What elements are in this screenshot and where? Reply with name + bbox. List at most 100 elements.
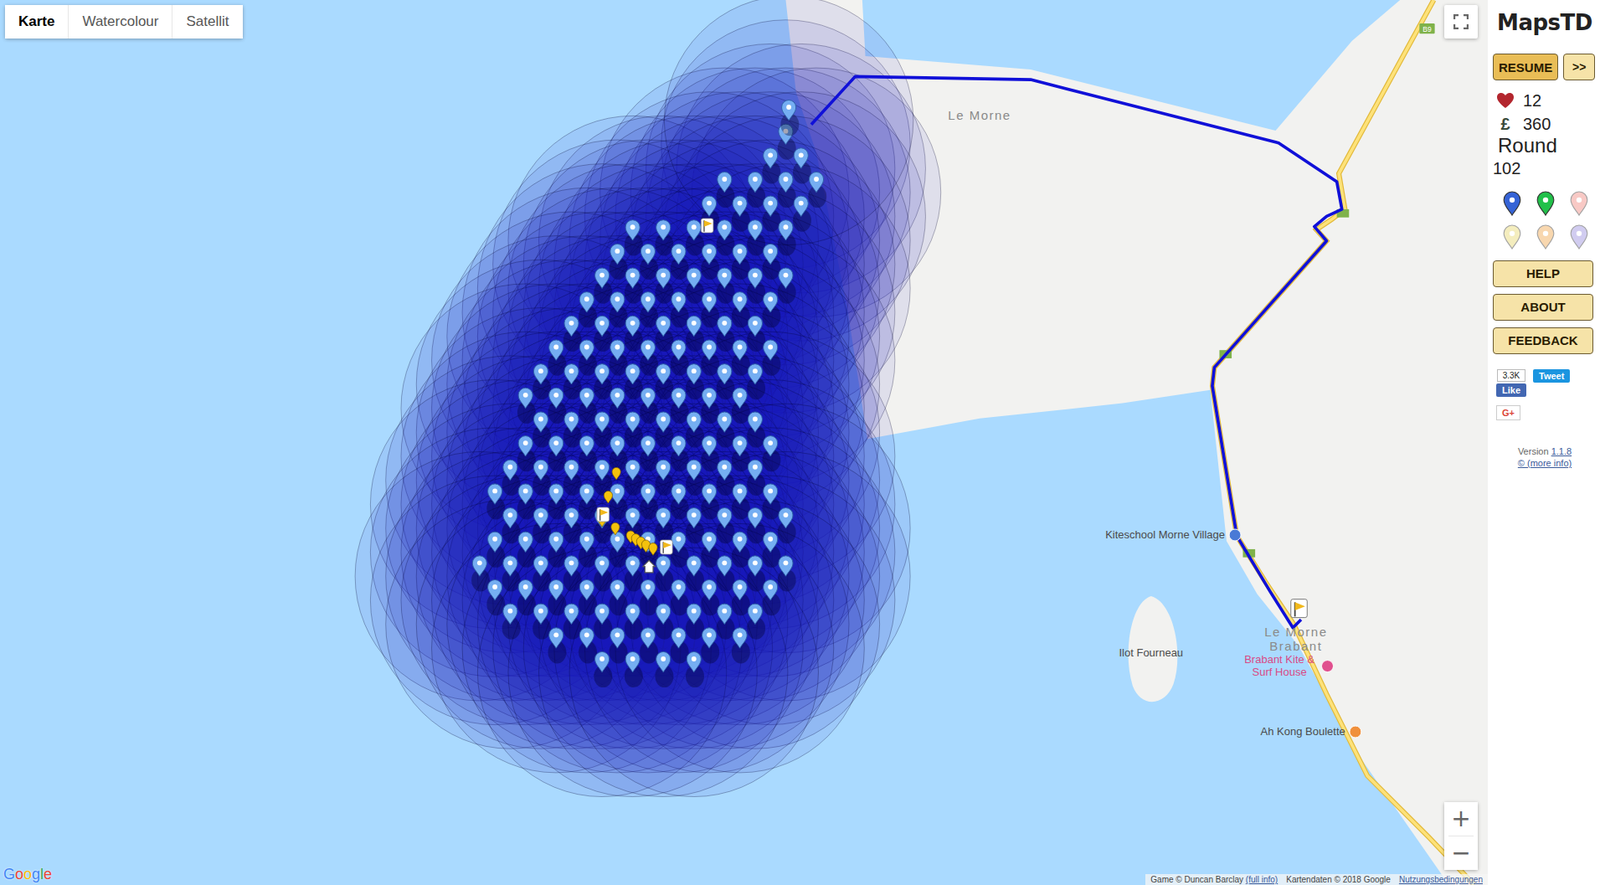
facebook-like[interactable]: 3.3K Like (1496, 369, 1527, 397)
tower-pin-icon[interactable] (716, 220, 736, 257)
tower-pin-icon[interactable] (700, 531, 720, 568)
tower-pin-icon[interactable] (639, 243, 659, 280)
tower-pin-icon[interactable] (700, 483, 720, 520)
zoom-in-button[interactable]: + (1444, 802, 1478, 836)
tower-pin-icon[interactable] (532, 364, 551, 401)
zoom-out-button[interactable]: − (1444, 836, 1478, 870)
tower-pin-icon[interactable] (517, 436, 536, 473)
tower-pin-icon[interactable] (624, 220, 644, 257)
tower-pin-icon[interactable] (486, 531, 505, 568)
tower-pin-icon[interactable] (685, 364, 705, 401)
menu-button[interactable]: ABOUT (1492, 293, 1594, 321)
tower-pin-icon[interactable] (716, 508, 736, 545)
tower-pin-icon[interactable] (685, 555, 705, 592)
tower-pin-icon[interactable] (746, 508, 766, 545)
tower-type-icon[interactable] (1536, 223, 1555, 251)
fast-forward-button[interactable]: >> (1563, 53, 1595, 81)
tower-pin-icon[interactable] (578, 436, 597, 473)
tower-pin-icon[interactable] (746, 459, 766, 496)
tower-pin-icon[interactable] (700, 339, 720, 376)
tower-pin-icon[interactable] (471, 555, 490, 592)
tower-pin-icon[interactable] (761, 339, 781, 376)
tower-pin-icon[interactable] (563, 411, 582, 448)
fullscreen-button[interactable] (1444, 5, 1478, 39)
tower-pin-icon[interactable] (716, 171, 736, 208)
tower-pin-icon[interactable] (731, 339, 751, 376)
menu-button[interactable]: HELP (1492, 260, 1594, 288)
tower-pin-icon[interactable] (716, 459, 736, 496)
tower-pin-icon[interactable] (761, 243, 781, 280)
tower-pin-icon[interactable] (563, 315, 582, 352)
poi-icon[interactable] (1229, 528, 1242, 541)
terms-link[interactable]: Nutzungsbedingungen (1399, 874, 1483, 885)
tower-pin-icon[interactable] (639, 292, 659, 329)
tower-pin-icon[interactable] (532, 411, 551, 448)
tower-type-icon[interactable] (1502, 190, 1522, 217)
tower-pin-icon[interactable] (792, 195, 812, 232)
tower-type-icon[interactable] (1502, 223, 1522, 251)
tower-pin-icon[interactable] (547, 531, 566, 568)
tower-pin-icon[interactable] (761, 195, 781, 232)
tower-pin-icon[interactable] (731, 195, 751, 232)
tower-pin-icon[interactable] (609, 627, 628, 664)
tower-pin-icon[interactable] (624, 315, 644, 352)
tower-pin-icon[interactable] (716, 555, 736, 592)
tower-pin-icon[interactable] (563, 459, 582, 496)
tower-pin-icon[interactable] (731, 627, 751, 664)
tower-pin-icon[interactable] (609, 483, 628, 520)
poi-icon[interactable] (1321, 659, 1334, 673)
tower-pin-icon[interactable] (777, 555, 797, 592)
tower-pin-icon[interactable] (731, 579, 751, 616)
tower-pin-icon[interactable] (761, 148, 781, 185)
tower-pin-icon[interactable] (593, 364, 613, 401)
tower-pin-icon[interactable] (532, 508, 551, 545)
tower-pin-icon[interactable] (639, 483, 659, 520)
tower-pin-icon[interactable] (670, 436, 690, 473)
tower-pin-icon[interactable] (731, 483, 751, 520)
tower-pin-icon[interactable] (716, 411, 736, 448)
tower-pin-icon[interactable] (746, 315, 766, 352)
tower-pin-icon[interactable] (780, 99, 799, 136)
tower-pin-icon[interactable] (685, 508, 705, 545)
tower-pin-icon[interactable] (593, 411, 613, 448)
tower-pin-icon[interactable] (716, 364, 736, 401)
tower-pin-icon[interactable] (578, 531, 597, 568)
tower-pin-icon[interactable] (670, 387, 690, 424)
tower-pin-icon[interactable] (670, 627, 690, 664)
tower-pin-icon[interactable] (593, 267, 613, 304)
tower-pin-icon[interactable] (654, 651, 674, 688)
tower-pin-icon[interactable] (532, 459, 551, 496)
tower-pin-icon[interactable] (502, 459, 521, 496)
tower-pin-icon[interactable] (593, 651, 613, 688)
tower-pin-icon[interactable] (578, 339, 597, 376)
map[interactable]: B9 Le Morne Kiteschool Morne Village Ilo… (0, 0, 1488, 885)
tower-pin-icon[interactable] (654, 508, 674, 545)
tower-type-icon[interactable] (1536, 190, 1555, 217)
resume-button[interactable]: RESUME (1492, 53, 1559, 81)
tower-pin-icon[interactable] (746, 267, 766, 304)
tweet-button[interactable]: Tweet (1533, 369, 1570, 383)
tower-pin-icon[interactable] (547, 627, 566, 664)
tower-pin-icon[interactable] (547, 339, 566, 376)
tower-pin-icon[interactable] (654, 459, 674, 496)
tower-pin-icon[interactable] (670, 579, 690, 616)
tower-pin-icon[interactable] (609, 339, 628, 376)
tower-pin-icon[interactable] (746, 171, 766, 208)
tower-pin-icon[interactable] (700, 579, 720, 616)
tower-pin-icon[interactable] (547, 387, 566, 424)
tower-pin-icon[interactable] (547, 483, 566, 520)
tower-pin-icon[interactable] (639, 579, 659, 616)
tower-pin-icon[interactable] (517, 483, 536, 520)
tower-pin-icon[interactable] (685, 315, 705, 352)
tower-pin-icon[interactable] (685, 267, 705, 304)
tower-pin-icon[interactable] (716, 603, 736, 640)
tower-pin-icon[interactable] (624, 267, 644, 304)
tower-pin-icon[interactable] (593, 555, 613, 592)
map-canvas[interactable]: B9 (0, 0, 1488, 885)
tower-pin-icon[interactable] (486, 579, 505, 616)
tower-pin-icon[interactable] (639, 339, 659, 376)
tower-pin-icon[interactable] (517, 579, 536, 616)
tower-pin-icon[interactable] (532, 555, 551, 592)
tower-pin-icon[interactable] (654, 603, 674, 640)
tower-pin-icon[interactable] (563, 603, 582, 640)
